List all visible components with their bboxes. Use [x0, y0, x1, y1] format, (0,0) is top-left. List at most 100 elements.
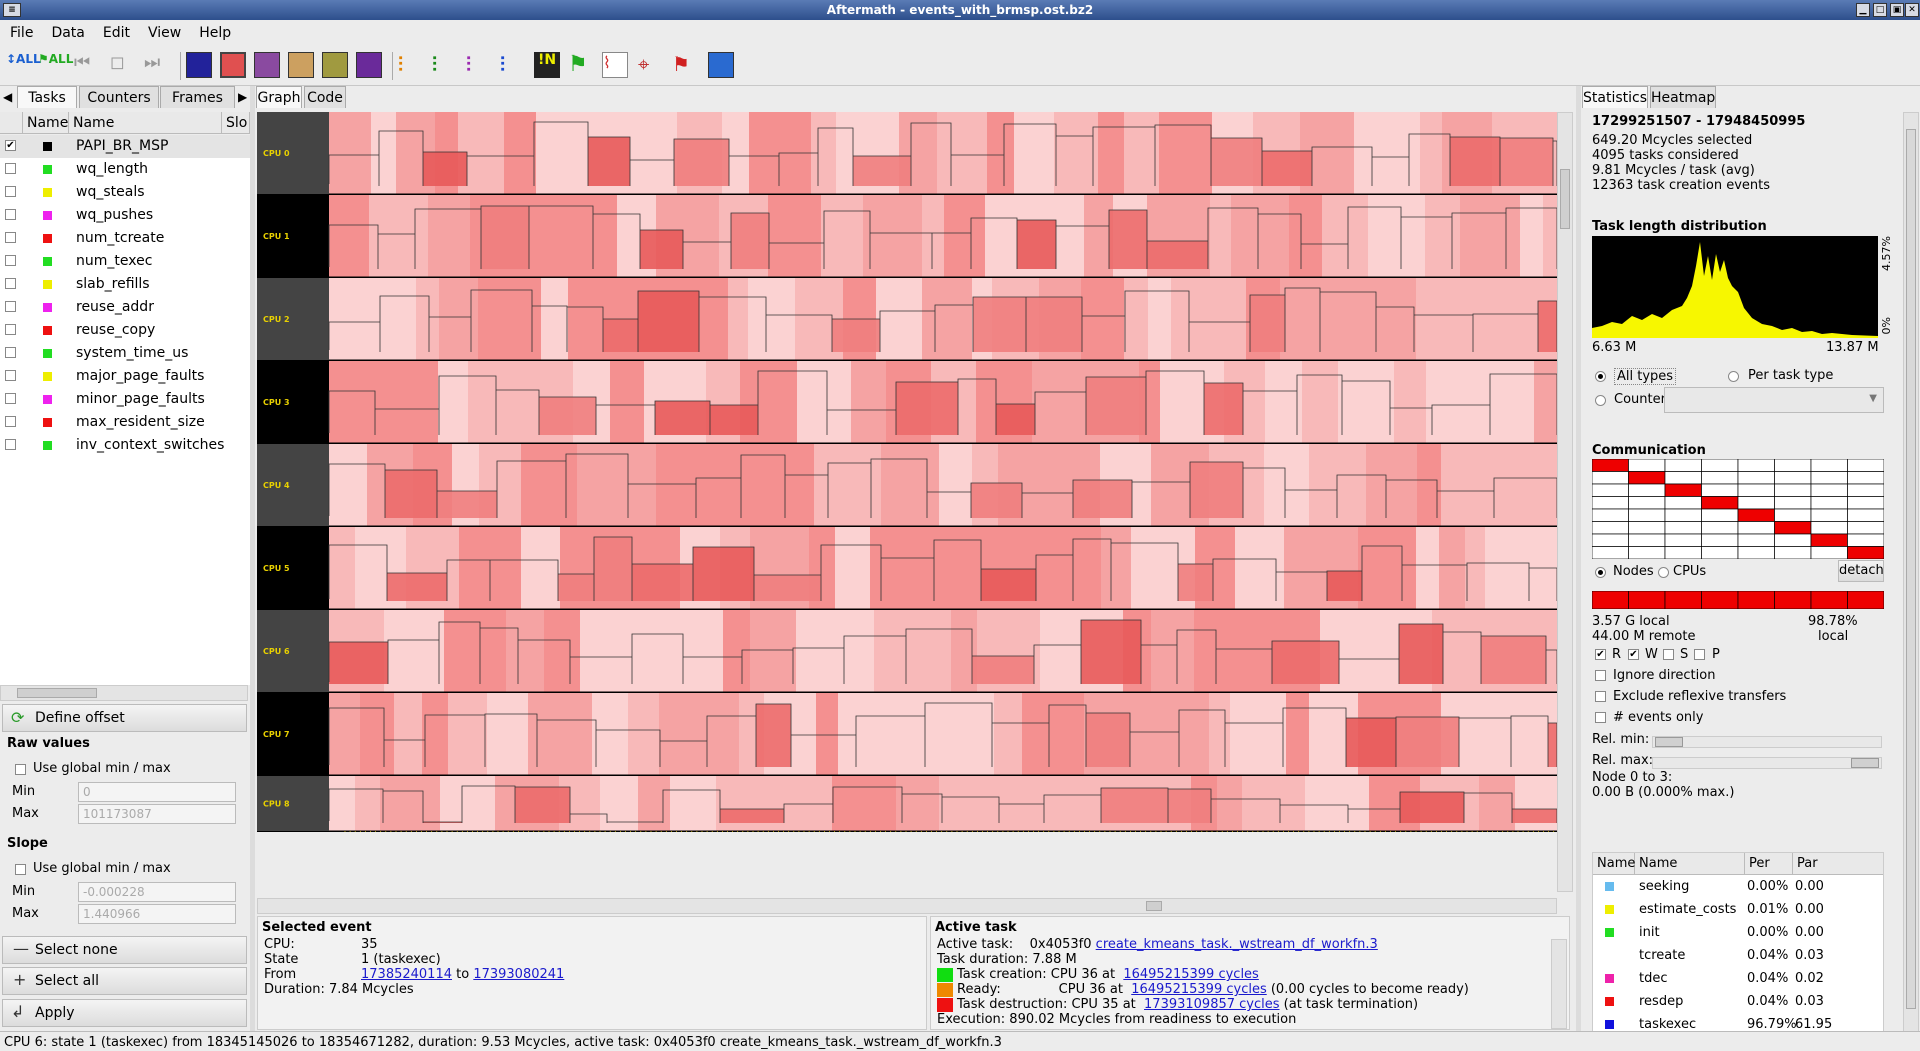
- task-table-header-cell[interactable]: Par: [1793, 853, 1883, 875]
- select-none-button[interactable]: — Select none: [2, 936, 247, 964]
- counter-row[interactable]: inv_context_switches: [0, 434, 250, 457]
- counter-row[interactable]: wq_steals: [0, 181, 250, 204]
- counter-checkbox[interactable]: [5, 186, 16, 197]
- menu-edit[interactable]: Edit: [93, 20, 138, 41]
- counter-graph-icon[interactable]: ⌇: [602, 52, 628, 78]
- active-task-function-link[interactable]: create_kmeans_task._wstream_df_workfn.3: [1096, 937, 1378, 952]
- rel-max-slider[interactable]: [1652, 757, 1882, 769]
- mode-heatmap-icon[interactable]: [186, 52, 212, 78]
- task-type-row[interactable]: estimate_costs 0.01% 0.00: [1593, 899, 1883, 922]
- raw-min-field[interactable]: 0: [78, 782, 236, 802]
- task-table-header-cell[interactable]: Per: [1745, 853, 1793, 875]
- task-type-row[interactable]: tcreate 0.04% 0.03: [1593, 945, 1883, 968]
- slope-max-field[interactable]: 1.440966: [78, 904, 236, 924]
- show-all-flags-icon[interactable]: ⚑ALL: [38, 52, 73, 78]
- per-task-type-radio[interactable]: [1728, 371, 1739, 382]
- pushes-icon[interactable]: ⫶: [432, 52, 458, 78]
- timeline-svg[interactable]: CPU 0 CPU 1 CPU 2 CPU 3 CPU 4 CPU 5 CPU 6 CPU 7…: [257, 112, 1558, 888]
- mode-typemap-icon[interactable]: [254, 52, 280, 78]
- header-name[interactable]: Name: [69, 112, 222, 134]
- data-writes-icon[interactable]: ⫶: [500, 52, 526, 78]
- counter-row[interactable]: minor_page_faults: [0, 388, 250, 411]
- counter-select[interactable]: ▼: [1664, 387, 1884, 413]
- select-all-button[interactable]: + Select all: [2, 967, 247, 995]
- counter-checkbox[interactable]: [5, 255, 16, 266]
- counter-row[interactable]: reuse_copy: [0, 319, 250, 342]
- graph-horizontal-scrollbar[interactable]: [257, 898, 1557, 914]
- minimize-icon[interactable]: ▁: [1856, 3, 1870, 17]
- flag-icon[interactable]: ⚑: [568, 52, 594, 78]
- raw-global-checkbox[interactable]: [15, 764, 26, 775]
- steals-icon[interactable]: ⫶: [398, 52, 424, 78]
- menu-view[interactable]: View: [138, 20, 189, 41]
- mode-state-icon[interactable]: [220, 52, 246, 78]
- counter-checkbox[interactable]: [5, 301, 16, 312]
- task-type-row[interactable]: tdec 0.04% 0.02: [1593, 968, 1883, 991]
- mode-numa-read-icon[interactable]: [288, 52, 314, 78]
- tab-statistics[interactable]: Statistics: [1582, 86, 1648, 108]
- per-task-type-label[interactable]: Per task type: [1748, 368, 1833, 383]
- task-type-row[interactable]: init 0.00% 0.00: [1593, 922, 1883, 945]
- counter-checkbox[interactable]: [5, 232, 16, 243]
- counter-checkbox[interactable]: [5, 209, 16, 220]
- creation-link[interactable]: 16495215399 cycles: [1123, 967, 1258, 982]
- slope-min-field[interactable]: -0.000228: [78, 882, 236, 902]
- red-flag-icon[interactable]: ⚑: [672, 52, 698, 78]
- counter-row[interactable]: reuse_addr: [0, 296, 250, 319]
- tab-code[interactable]: Code: [304, 86, 346, 108]
- first-frame-icon[interactable]: ⏮: [74, 52, 100, 78]
- tab-counters[interactable]: Counters: [79, 86, 159, 108]
- counter-row[interactable]: num_tcreate: [0, 227, 250, 250]
- p-checkbox[interactable]: [1694, 649, 1705, 660]
- destruction-link[interactable]: 17393109857 cycles: [1144, 997, 1279, 1012]
- r-checkbox[interactable]: ✔: [1595, 649, 1606, 660]
- detach-button[interactable]: detach: [1838, 560, 1884, 582]
- frame-icon[interactable]: ◻: [110, 52, 136, 78]
- task-type-row[interactable]: taskexec 96.79% 61.95: [1593, 1014, 1883, 1031]
- right-panel-scrollbar[interactable]: [1903, 112, 1919, 1032]
- close-icon[interactable]: ✕: [1905, 3, 1919, 17]
- mode-numa-heat-icon[interactable]: [356, 52, 382, 78]
- events-only-checkbox[interactable]: [1595, 712, 1606, 723]
- ignore-direction-checkbox[interactable]: [1595, 670, 1606, 681]
- nodes-radio[interactable]: [1595, 567, 1606, 578]
- list-horizontal-scrollbar[interactable]: [0, 685, 248, 701]
- raw-max-field[interactable]: 101173087: [78, 804, 236, 824]
- counter-checkbox[interactable]: [5, 324, 16, 335]
- timeline-graph[interactable]: CPU 0 CPU 1 CPU 2 CPU 3 CPU 4 CPU 5 CPU 6 CPU 7…: [257, 112, 1558, 888]
- mode-numa-write-icon[interactable]: [322, 52, 348, 78]
- w-checkbox[interactable]: ✔: [1628, 649, 1639, 660]
- tab-graph[interactable]: Graph: [256, 86, 302, 108]
- task-type-row[interactable]: seeking 0.00% 0.00: [1593, 876, 1883, 899]
- counter-checkbox[interactable]: ✔: [5, 140, 16, 151]
- counter-row[interactable]: ✔ PAPI_BR_MSP: [0, 135, 250, 158]
- counter-row[interactable]: num_texec: [0, 250, 250, 273]
- annotations-icon[interactable]: !N: [534, 52, 560, 78]
- define-offset-button[interactable]: ⟳ Define offset: [2, 704, 247, 732]
- counter-checkbox[interactable]: [5, 163, 16, 174]
- right-splitter[interactable]: [1576, 86, 1581, 1031]
- task-table-header-cell[interactable]: Name: [1593, 853, 1635, 875]
- counter-label[interactable]: Counter: [1614, 392, 1666, 407]
- all-types-radio[interactable]: [1595, 371, 1606, 382]
- counter-row[interactable]: max_resident_size: [0, 411, 250, 434]
- from-link[interactable]: 17385240114: [361, 967, 452, 982]
- restore-icon[interactable]: ▣: [1890, 3, 1904, 17]
- counter-row[interactable]: wq_length: [0, 158, 250, 181]
- menu-data[interactable]: Data: [41, 20, 92, 41]
- menu-help[interactable]: Help: [189, 20, 239, 41]
- header-color[interactable]: Name: [23, 112, 69, 134]
- counter-row[interactable]: slab_refills: [0, 273, 250, 296]
- left-splitter[interactable]: [250, 86, 255, 1031]
- header-slope[interactable]: Slo: [222, 112, 250, 134]
- show-all-tasks-icon[interactable]: ↕ALL: [6, 52, 41, 78]
- marker-icon[interactable]: ⌖: [638, 52, 664, 78]
- cpus-radio[interactable]: [1658, 567, 1669, 578]
- matrix-icon[interactable]: [708, 52, 734, 78]
- counter-checkbox[interactable]: [5, 393, 16, 404]
- counter-checkbox[interactable]: [5, 439, 16, 450]
- last-frame-icon[interactable]: ⏭: [144, 52, 170, 78]
- counter-row[interactable]: wq_pushes: [0, 204, 250, 227]
- nodes-label[interactable]: Nodes: [1613, 564, 1654, 579]
- counter-row[interactable]: major_page_faults: [0, 365, 250, 388]
